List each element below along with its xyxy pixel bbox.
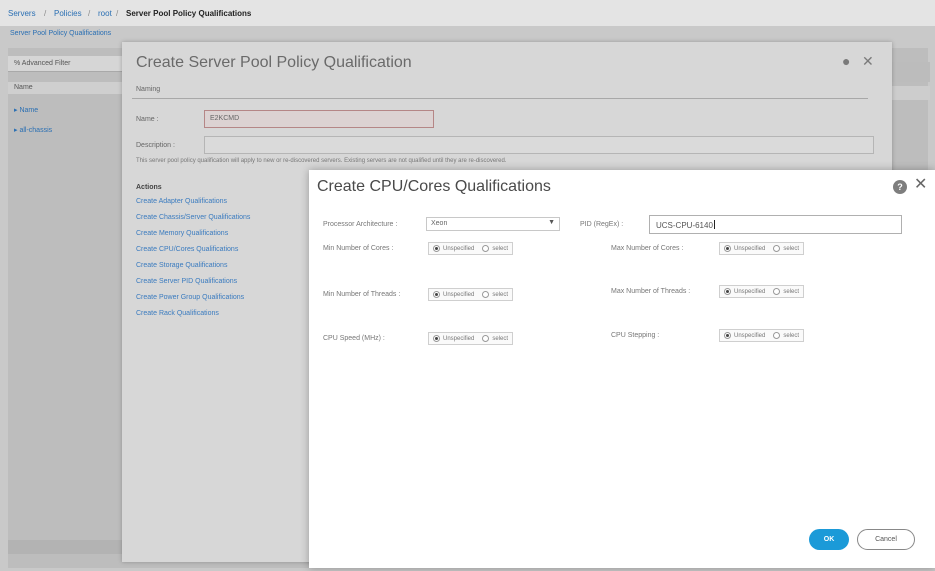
radio-label: Unspecified <box>734 332 766 339</box>
breadcrumb-current: Server Pool Policy Qualifications <box>126 9 252 18</box>
radio-selected-icon <box>724 245 731 252</box>
max-cores-select-radio[interactable]: select <box>773 245 799 252</box>
filter-button[interactable]: % Advanced Filter <box>14 60 70 67</box>
pid-value: UCS-CPU-6140 <box>656 221 713 230</box>
radio-empty-icon <box>482 335 490 342</box>
pid-label: PID (RegEx) : <box>580 221 624 228</box>
cancel-button[interactable]: Cancel <box>857 529 915 550</box>
max-threads-label: Max Number of Threads : <box>611 288 691 295</box>
action-create-rack[interactable]: Create Rack Qualifications <box>136 310 219 317</box>
radio-label: Unspecified <box>443 335 475 342</box>
cpu-speed-unspecified-radio[interactable]: Unspecified <box>433 335 474 342</box>
max-threads-select-radio[interactable]: select <box>773 288 799 295</box>
radio-label: select <box>783 288 800 295</box>
radio-label: select <box>492 335 509 342</box>
radio-empty-icon <box>773 245 781 252</box>
action-create-cpu-cores[interactable]: Create CPU/Cores Qualifications <box>136 246 238 253</box>
tree-row[interactable]: ▸ Name <box>14 106 38 114</box>
actions-heading: Actions <box>136 184 162 191</box>
action-create-memory[interactable]: Create Memory Qualifications <box>136 230 228 237</box>
breadcrumb-root[interactable]: root <box>98 9 112 18</box>
description-field[interactable] <box>204 136 874 154</box>
breadcrumb-separator: / <box>116 9 119 18</box>
max-cores-unspecified-radio[interactable]: Unspecified <box>724 245 765 252</box>
processor-architecture-select[interactable]: Xeon ▼ <box>426 217 560 231</box>
min-cores-select-radio[interactable]: select <box>482 245 508 252</box>
pid-field[interactable]: UCS-CPU-6140 <box>649 215 902 234</box>
cpu-stepping-label: CPU Stepping : <box>611 332 660 339</box>
qualification-note: This server pool policy qualification wi… <box>136 158 507 164</box>
radio-selected-icon <box>433 335 440 342</box>
radio-label: select <box>492 291 509 298</box>
breadcrumb-separator: / <box>88 9 91 18</box>
min-cores-radio-group: Unspecified select <box>428 242 514 255</box>
breadcrumb-separator: / <box>44 9 47 18</box>
processor-architecture-label: Processor Architecture : <box>323 221 398 228</box>
max-threads-radio-group: Unspecified select <box>719 285 805 298</box>
breadcrumb-policies[interactable]: Policies <box>54 9 82 18</box>
cpu-speed-radio-group: Unspecified select <box>428 332 514 345</box>
cpu-speed-select-radio[interactable]: select <box>482 335 508 342</box>
cpu-stepping-select-radio[interactable]: select <box>773 332 799 339</box>
action-create-server-pid[interactable]: Create Server PID Qualifications <box>136 278 237 285</box>
radio-selected-icon <box>433 245 440 252</box>
action-create-chassis-server[interactable]: Create Chassis/Server Qualifications <box>136 214 250 221</box>
radio-selected-icon <box>433 291 440 298</box>
processor-architecture-value: Xeon <box>431 220 448 227</box>
radio-selected-icon <box>724 332 731 339</box>
name-label: Name : <box>136 116 159 123</box>
ok-button[interactable]: OK <box>809 529 849 550</box>
cpu-stepping-radio-group: Unspecified select <box>719 329 805 342</box>
min-threads-unspecified-radio[interactable]: Unspecified <box>433 291 474 298</box>
min-cores-unspecified-radio[interactable]: Unspecified <box>433 245 474 252</box>
max-cores-radio-group: Unspecified select <box>719 242 805 255</box>
min-threads-select-radio[interactable]: select <box>482 291 508 298</box>
radio-label: Unspecified <box>734 288 766 295</box>
description-label: Description : <box>136 142 175 149</box>
min-cores-label: Min Number of Cores : <box>323 245 394 252</box>
radio-empty-icon <box>773 288 781 295</box>
cpu-stepping-unspecified-radio[interactable]: Unspecified <box>724 332 765 339</box>
close-icon[interactable]: ✕ <box>914 177 927 193</box>
cpu-cores-qualification-dialog: Create CPU/Cores Qualifications ? ✕ Proc… <box>309 170 935 568</box>
radio-label: select <box>783 332 800 339</box>
name-field[interactable]: E2KCMD <box>204 110 434 128</box>
min-threads-label: Min Number of Threads : <box>323 291 401 298</box>
radio-selected-icon <box>724 288 731 295</box>
close-icon[interactable]: ✕ <box>862 54 874 68</box>
radio-label: select <box>492 245 509 252</box>
help-icon[interactable]: ● <box>842 54 850 68</box>
tab-naming[interactable]: Naming <box>136 86 160 93</box>
action-create-storage[interactable]: Create Storage Qualifications <box>136 262 227 269</box>
text-cursor <box>713 220 715 229</box>
radio-label: select <box>783 245 800 252</box>
radio-label: Unspecified <box>734 245 766 252</box>
chevron-down-icon: ▼ <box>548 219 555 226</box>
action-create-adapter[interactable]: Create Adapter Qualifications <box>136 198 227 205</box>
radio-empty-icon <box>482 245 490 252</box>
max-threads-unspecified-radio[interactable]: Unspecified <box>724 288 765 295</box>
background-toolbar: % Advanced Filter <box>8 56 128 72</box>
cpu-speed-label: CPU Speed (MHz) : <box>323 335 385 342</box>
breadcrumb-servers[interactable]: Servers <box>8 9 36 18</box>
radio-label: Unspecified <box>443 291 475 298</box>
radio-label: Unspecified <box>443 245 475 252</box>
dialog-title: Create CPU/Cores Qualifications <box>317 178 551 195</box>
help-icon[interactable]: ? <box>893 180 907 194</box>
column-header-name: Name <box>8 82 128 94</box>
top-bar: Servers / Policies / root / Server Pool … <box>0 0 935 26</box>
tree-row[interactable]: ▸ all-chassis <box>14 126 52 134</box>
dialog-title: Create Server Pool Policy Qualification <box>136 54 412 71</box>
page-subtitle[interactable]: Server Pool Policy Qualifications <box>10 30 111 37</box>
action-create-power-group[interactable]: Create Power Group Qualifications <box>136 294 244 301</box>
radio-empty-icon <box>773 332 781 339</box>
max-cores-label: Max Number of Cores : <box>611 245 684 252</box>
radio-empty-icon <box>482 291 490 298</box>
min-threads-radio-group: Unspecified select <box>428 288 514 301</box>
tab-divider <box>132 98 868 99</box>
